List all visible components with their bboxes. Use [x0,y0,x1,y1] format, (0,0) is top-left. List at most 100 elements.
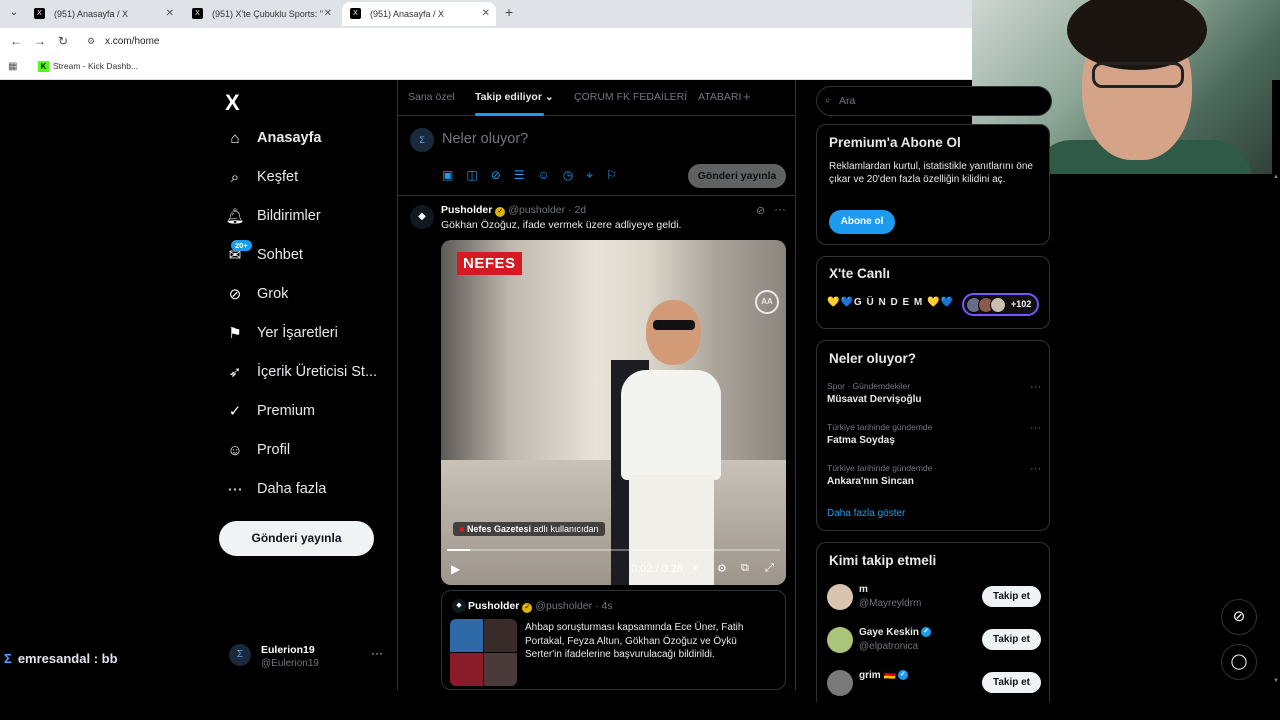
volume-icon[interactable]: 🔈︎ [693,562,700,575]
account-switcher[interactable]: Σ Eulerion19 @Eulerion19 ··· [229,640,399,676]
close-icon[interactable]: ✕ [166,2,174,26]
follow-suggestion[interactable]: Gaye Keskin ✓ @elpatronica Takip et [827,623,1041,659]
x-logo-icon[interactable]: X [225,90,240,116]
search-placeholder: Ara [839,95,856,107]
close-icon[interactable]: ✕ [482,2,490,26]
follow-suggestion[interactable]: grim 🇩🇪 ✓ Takip et [827,666,1041,702]
follow-button[interactable]: Takip et [982,672,1041,693]
verified-icon: ✓ [228,403,242,420]
video-player[interactable]: NEFES AA ■ Nefes Gazetesi adlı kullanıcı… [441,240,786,585]
grok-icon[interactable]: ⊘ [491,168,501,183]
schedule-icon[interactable]: ◷ [563,168,573,183]
nav-bookmarks[interactable]: ⚑ Yer İşaretleri [225,318,338,348]
live-card: X'te Canlı 💛💙G Ü N D E M 💛💙 +102 [816,256,1050,329]
trend-topic: Fatma Soydaş [827,435,895,446]
left-sidebar: X ⌂ Anasayfa ⌕ Keşfet 🔔︎ Bildirimler ✉ 20… [215,80,395,690]
nav-more[interactable]: ⋯ Daha fazla [225,474,327,504]
tweet[interactable]: ◆ Pusholder ✓ @pusholder · 2d ⊘ ··· Gökhan… [398,197,795,690]
subscribe-button[interactable]: Abone ol [829,210,895,234]
grok-icon: ⊘ [228,286,242,303]
trend-context: Spor · Gündemdekiler [827,381,911,391]
tab-following[interactable]: Takip ediliyor ⌄ [475,91,554,116]
follow-button[interactable]: Takip et [982,629,1041,650]
nav-explore[interactable]: ⌕ Keşfet [225,162,298,192]
scroll-down-icon[interactable]: ▼ [1273,678,1279,684]
nav-label: Daha fazla [257,481,327,497]
tab-search-button[interactable]: ⌄ [6,5,22,21]
scrollbar[interactable]: ▲ ▼ [1272,80,1280,690]
suggestion-handle: @Mayreyldrm [859,598,922,609]
messages-fab-icon[interactable]: ◯ [1221,644,1257,680]
card-title: Premium'a Abone Ol [829,135,961,150]
add-tab-icon[interactable]: + [743,89,751,104]
grok-icon[interactable]: ⊘ [756,204,765,217]
search-input[interactable]: ⌕ Ara [816,86,1052,116]
tab-list-corum[interactable]: ÇORUM FK FEDAİLERİ [574,91,687,103]
right-sidebar: ⌕ Ara Premium'a Abone Ol Reklamlardan ku… [806,80,1056,702]
nav-grok[interactable]: ⊘ Grok [225,279,289,309]
avatar[interactable]: ◆ [410,205,434,229]
scroll-up-icon[interactable]: ▲ [1273,174,1279,180]
image-icon[interactable]: ▣ [442,168,453,183]
gif-icon[interactable]: ◫ [466,168,477,183]
tab-title: (951) Anasayfa / X [370,9,445,19]
bookmark-item[interactable]: K Stream - Kick Dashb... [38,61,138,72]
composer: Σ Neler oluyor? ▣ ◫ ⊘ ☰ ☺ ◷ ⌖ ⚐ Gönderi … [398,116,795,196]
avatar[interactable] [827,584,853,610]
settings-icon[interactable]: ⚙ [717,562,727,575]
follow-button[interactable]: Takip et [982,586,1041,607]
live-space-title[interactable]: 💛💙G Ü N D E M 💛💙 [827,297,954,308]
location-icon[interactable]: ⌖ [586,168,593,183]
emoji-icon[interactable]: ☺ [538,168,550,183]
tab-for-you[interactable]: Sana özel [408,91,455,103]
nav-premium[interactable]: ✓ Premium [225,396,315,426]
trend-context: Türkiye tarihinde gündemde [827,463,933,473]
browser-tab-active[interactable]: X (951) Anasayfa / X ✕ [342,2,496,26]
live-avatars[interactable]: +102 [962,293,1039,316]
verified-icon: ✓ [921,627,932,638]
post-button[interactable]: Gönderi yayınla [219,521,374,556]
more-icon[interactable]: ··· [1030,463,1041,475]
avatar[interactable] [827,627,853,653]
flag-icon[interactable]: ⚐ [606,168,617,183]
video-credit[interactable]: ■ Nefes Gazetesi adlı kullanıcıdan [453,522,605,536]
tweet-author[interactable]: Pusholder [441,204,492,216]
compose-post-button[interactable]: Gönderi yayınla [688,164,786,188]
video-progress[interactable] [447,549,780,551]
nav-creator-studio[interactable]: ➶ İçerik Üreticisi St... [225,357,377,387]
poll-icon[interactable]: ☰ [514,168,525,183]
more-icon[interactable]: ··· [371,646,383,660]
play-icon[interactable]: ▶ [451,562,460,576]
nav-chat[interactable]: ✉ 20+ Sohbet [225,240,303,270]
browser-tab[interactable]: X (951) X'te Çubuklu Sports: " ✕ [184,2,338,26]
close-icon[interactable]: ✕ [324,2,332,26]
url-field[interactable]: x.com/home [105,36,159,47]
trend-item[interactable]: Türkiye tarihinde gündemde Ankara'nın Si… [827,463,1041,487]
more-icon[interactable]: ··· [1030,381,1041,393]
back-icon[interactable]: ← [10,34,22,48]
quoted-tweet[interactable]: ◆ Pusholder ✓ @pusholder · 4s Ahbap soruşt… [441,590,786,690]
grok-fab-icon[interactable]: ⊘ [1221,599,1257,635]
follow-suggestion[interactable]: m @Mayreyldrm Takip et [827,580,1041,616]
nav-notifications[interactable]: 🔔︎ Bildirimler [225,201,320,231]
avatar[interactable] [827,670,853,696]
pip-icon[interactable]: ⧉ [741,562,749,575]
new-tab-button[interactable]: + [505,4,513,20]
nav-home[interactable]: ⌂ Anasayfa [225,123,321,153]
forward-icon[interactable]: → [34,34,46,48]
show-more-link[interactable]: Daha fazla göster [827,508,905,519]
nav-profile[interactable]: ☺ Profil [225,435,290,465]
compose-input[interactable]: Neler oluyor? [442,131,528,147]
more-icon[interactable]: ··· [774,202,786,216]
reload-icon[interactable]: ↻ [58,34,68,48]
site-info-icon[interactable]: ⚙ [87,36,95,47]
nav-label: Profil [257,442,291,458]
trend-item[interactable]: Türkiye tarihinde gündemde Fatma Soydaş … [827,422,1041,446]
more-icon[interactable]: ··· [1030,422,1041,434]
apps-grid-icon[interactable]: ▦ [8,61,17,72]
fullscreen-icon[interactable]: ⤢ [765,562,774,575]
verified-icon: ✓ [522,603,533,613]
tab-list-atabari[interactable]: ATABARI [698,91,741,103]
trend-item[interactable]: Spor · Gündemdekiler Müsavat Dervişoğlu … [827,381,1041,405]
browser-tab[interactable]: X (951) Anasayfa / X ✕ [26,2,180,26]
